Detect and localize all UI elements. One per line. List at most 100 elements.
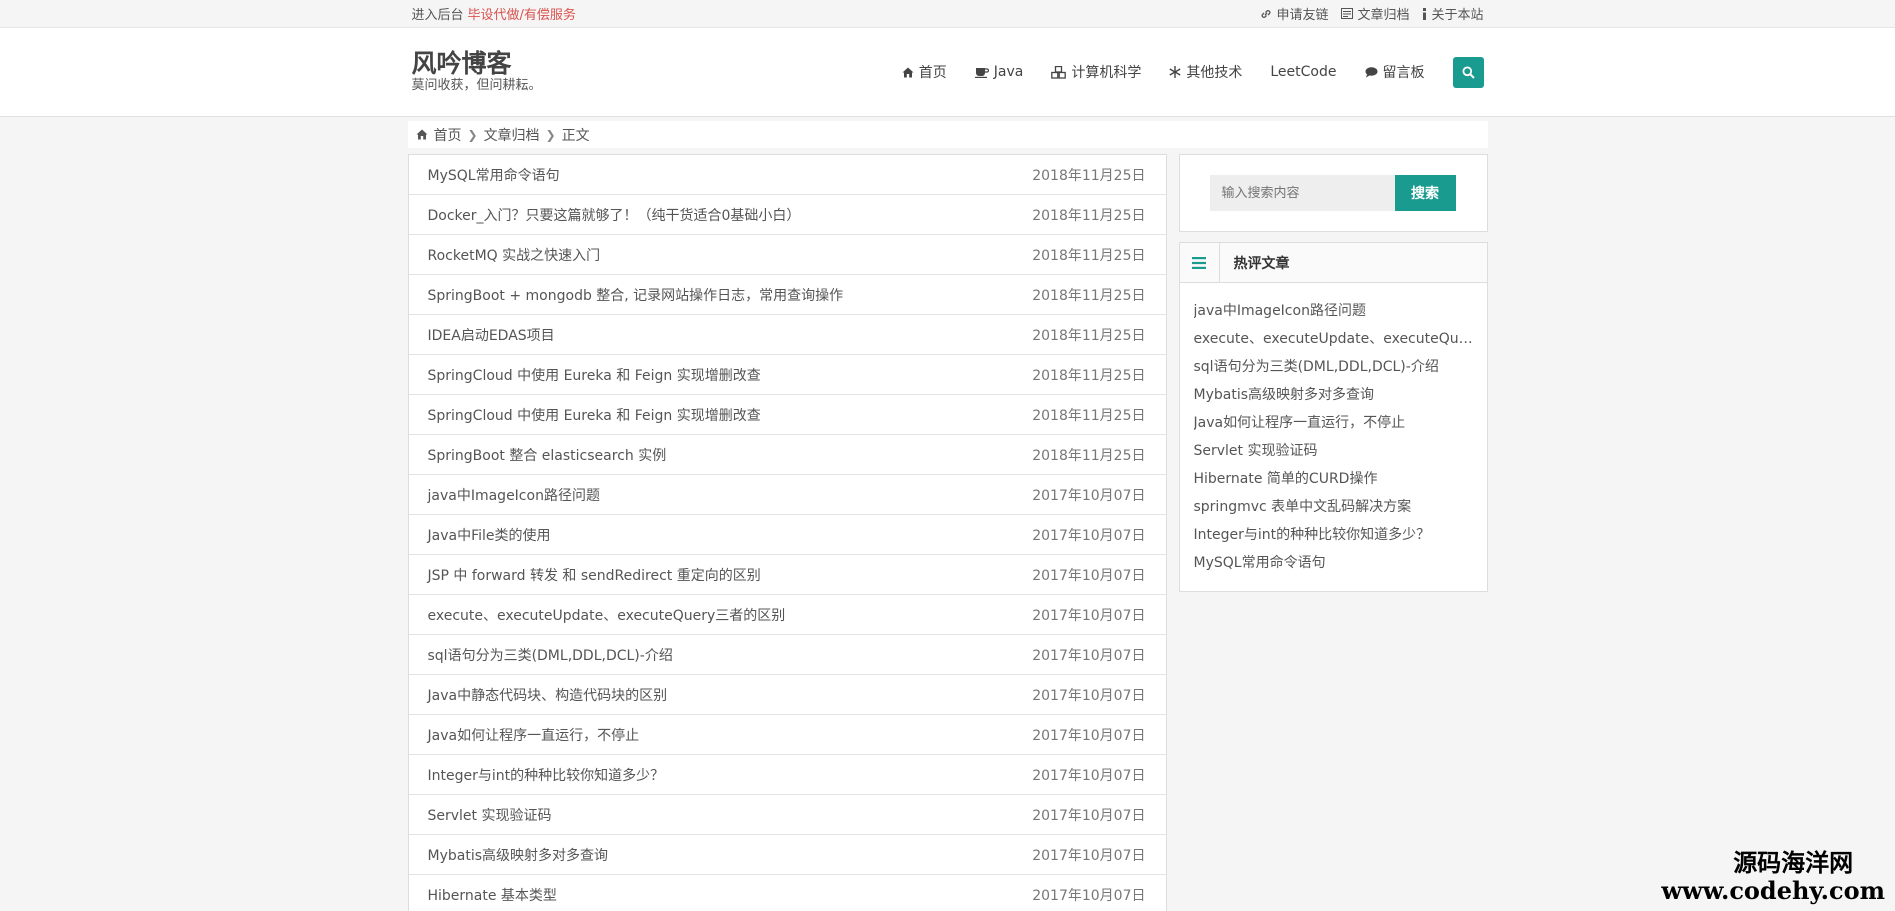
archive-label: 文章归档 (1357, 8, 1410, 23)
article-title[interactable]: IDEA启动EDAS项目 (428, 325, 555, 345)
hot-article-item[interactable]: java中ImageIcon路径问题 (1194, 297, 1476, 325)
brand: 风吟博客 莫问收获，但问耕耘。 (411, 49, 542, 93)
breadcrumb-home[interactable]: 首页 (434, 125, 462, 145)
article-date: 2018年11月25日 (1032, 367, 1146, 384)
breadcrumb-current: 正文 (561, 127, 590, 144)
article-title[interactable]: Integer与int的种种比较你知道多少？ (428, 765, 665, 785)
top-bar-left: 进入后台 毕设代做/有偿服务 (412, 4, 576, 23)
article-date: 2017年10月07日 (1032, 567, 1146, 584)
top-bar-links: 申请友链 文章归档 关于本站 (1260, 4, 1484, 23)
nav-label-guestbook: 留言板 (1382, 65, 1425, 81)
hot-article-item[interactable]: Hibernate 简单的CURD操作 (1194, 465, 1476, 493)
nav-item-other-tech[interactable]: 其他技术 (1169, 62, 1242, 82)
article-row[interactable]: MySQL常用命令语句 2018年11月25日 (408, 155, 1166, 195)
article-title[interactable]: MySQL常用命令语句 (428, 165, 560, 185)
about-label: 关于本站 (1431, 8, 1484, 23)
article-title[interactable]: JSP 中 forward 转发 和 sendRedirect 重定向的区别 (428, 565, 761, 585)
search-input[interactable] (1209, 175, 1395, 211)
article-title[interactable]: Java中File类的使用 (428, 525, 551, 545)
article-row[interactable]: Java如何让程序一直运行，不停止 2017年10月07日 (408, 715, 1166, 755)
breadcrumb-archive[interactable]: 文章归档 (484, 125, 540, 145)
article-row[interactable]: sql语句分为三类(DML,DDL,DCL)-介绍 2017年10月07日 (408, 635, 1166, 675)
nav-item-java[interactable]: Java (974, 64, 1024, 80)
article-row[interactable]: SpringBoot + mongodb 整合, 记录网站操作日志，常用查询操作… (408, 275, 1166, 315)
article-title[interactable]: Mybatis高级映射多对多查询 (428, 845, 609, 865)
hot-article-item[interactable]: execute、executeUpdate、executeQuery三者的区别 (1194, 325, 1476, 353)
article-row[interactable]: Java中静态代码块、构造代码块的区别 2017年10月07日 (408, 675, 1166, 715)
site-title[interactable]: 风吟博客 (412, 49, 542, 79)
article-title[interactable]: sql语句分为三类(DML,DDL,DCL)-介绍 (428, 645, 673, 665)
coffee-icon (974, 67, 989, 78)
hot-article-item[interactable]: Servlet 实现验证码 (1194, 437, 1476, 465)
hot-articles-widget: 热评文章 java中ImageIcon路径问题 execute、executeUp… (1178, 242, 1488, 592)
article-date: 2017年10月07日 (1032, 607, 1146, 624)
article-row[interactable]: SpringCloud 中使用 Eureka 和 Feign 实现增删改查 201… (408, 355, 1166, 395)
article-title[interactable]: java中ImageIcon路径问题 (428, 485, 600, 505)
article-row[interactable]: execute、executeUpdate、executeQuery三者的区别 2… (408, 595, 1166, 635)
top-bar: 进入后台 毕设代做/有偿服务 申请友链 文章归档 关于本站 (0, 0, 1895, 27)
article-title[interactable]: Java如何让程序一直运行，不停止 (428, 725, 640, 745)
article-date: 2017年10月07日 (1032, 687, 1146, 704)
promo-link[interactable]: 毕设代做/有偿服务 (468, 8, 576, 23)
article-date: 2017年10月07日 (1032, 847, 1146, 864)
hot-article-item[interactable]: Java如何让程序一直运行，不停止 (1194, 409, 1476, 437)
article-title[interactable]: Java中静态代码块、构造代码块的区别 (428, 685, 668, 705)
article-title[interactable]: SpringBoot + mongodb 整合, 记录网站操作日志，常用查询操作 (428, 285, 844, 305)
article-row[interactable]: SpringCloud 中使用 Eureka 和 Feign 实现增删改查 201… (408, 395, 1166, 435)
watermark-line1: 源码海洋网 (1733, 849, 1854, 877)
article-title[interactable]: execute、executeUpdate、executeQuery三者的区别 (428, 605, 786, 625)
search-icon (1462, 66, 1475, 79)
nav-item-guestbook[interactable]: 留言板 (1365, 62, 1425, 82)
article-title[interactable]: SpringCloud 中使用 Eureka 和 Feign 实现增删改查 (428, 365, 761, 385)
article-date: 2018年11月25日 (1032, 447, 1146, 464)
nav-label-home: 首页 (918, 65, 947, 81)
archive-link[interactable]: 文章归档 (1341, 4, 1409, 23)
article-title[interactable]: Servlet 实现验证码 (428, 805, 552, 825)
hot-article-item[interactable]: Mybatis高级映射多对多查询 (1194, 381, 1476, 409)
nav-label-other-tech: 其他技术 (1186, 65, 1243, 81)
hot-articles-list: java中ImageIcon路径问题 execute、executeUpdate、… (1180, 283, 1487, 591)
header-search-button[interactable] (1452, 56, 1484, 88)
search-submit-button[interactable]: 搜索 (1394, 175, 1456, 211)
article-row[interactable]: JSP 中 forward 转发 和 sendRedirect 重定向的区别 20… (408, 555, 1166, 595)
about-link[interactable]: 关于本站 (1422, 4, 1484, 23)
hot-article-item[interactable]: MySQL常用命令语句 (1194, 549, 1476, 577)
friend-link-apply[interactable]: 申请友链 (1260, 4, 1328, 23)
article-row[interactable]: java中ImageIcon路径问题 2017年10月07日 (408, 475, 1166, 515)
hot-article-item[interactable]: springmvc 表单中文乱码解决方案 (1194, 493, 1476, 521)
nav-item-home[interactable]: 首页 (902, 62, 947, 82)
site-slogan: 莫问收获，但问耕耘。 (411, 78, 542, 93)
admin-link[interactable]: 进入后台 (412, 8, 464, 23)
article-date: 2018年11月25日 (1032, 407, 1146, 424)
article-row[interactable]: Servlet 实现验证码 2017年10月07日 (408, 795, 1166, 835)
article-date: 2018年11月25日 (1032, 287, 1146, 304)
friend-link-label: 申请友链 (1276, 8, 1329, 23)
article-date: 2018年11月25日 (1032, 207, 1146, 224)
nav-item-leetcode[interactable]: LeetCode (1270, 64, 1336, 80)
article-title[interactable]: RocketMQ 实战之快速入门 (428, 245, 601, 265)
nav-label-cs: 计算机科学 (1071, 65, 1142, 81)
article-row[interactable]: Integer与int的种种比较你知道多少？ 2017年10月07日 (408, 755, 1166, 795)
article-title[interactable]: SpringBoot 整合 elasticsearch 实例 (428, 445, 667, 465)
nav-label-java: Java (993, 64, 1024, 80)
hot-article-item[interactable]: sql语句分为三类(DML,DDL,DCL)-介绍 (1194, 353, 1476, 381)
article-row[interactable]: Java中File类的使用 2017年10月07日 (408, 515, 1166, 555)
article-date: 2017年10月07日 (1032, 807, 1146, 824)
home-icon (416, 129, 427, 140)
article-row[interactable]: IDEA启动EDAS项目 2018年11月25日 (408, 315, 1166, 355)
article-date: 2018年11月25日 (1032, 327, 1146, 344)
article-title[interactable]: Docker_入门？只要这篇就够了！（纯干货适合0基础小白） (428, 205, 801, 225)
article-row[interactable]: Hibernate 基本类型 2017年10月07日 (409, 875, 1166, 911)
article-date: 2017年10月07日 (1032, 487, 1146, 504)
article-title[interactable]: SpringCloud 中使用 Eureka 和 Feign 实现增删改查 (428, 405, 761, 425)
hot-article-item[interactable]: Integer与int的种种比较你知道多少？ (1194, 521, 1476, 549)
article-title[interactable]: Hibernate 基本类型 (428, 885, 557, 905)
article-row[interactable]: RocketMQ 实战之快速入门 2018年11月25日 (408, 235, 1166, 275)
article-date: 2017年10月07日 (1032, 647, 1146, 664)
article-row[interactable]: Docker_入门？只要这篇就够了！（纯干货适合0基础小白） 2018年11月25… (408, 195, 1166, 235)
site-header: 风吟博客 莫问收获，但问耕耘。 首页 Java 计算机科学 其他技术 LeetC… (0, 27, 1895, 117)
article-list: MySQL常用命令语句 2018年11月25日 Docker_入门？只要这篇就够了！… (407, 154, 1167, 911)
article-row[interactable]: Mybatis高级映射多对多查询 2017年10月07日 (408, 835, 1166, 875)
nav-item-cs[interactable]: 计算机科学 (1051, 62, 1141, 82)
article-row[interactable]: SpringBoot 整合 elasticsearch 实例 2018年11月25… (408, 435, 1166, 475)
